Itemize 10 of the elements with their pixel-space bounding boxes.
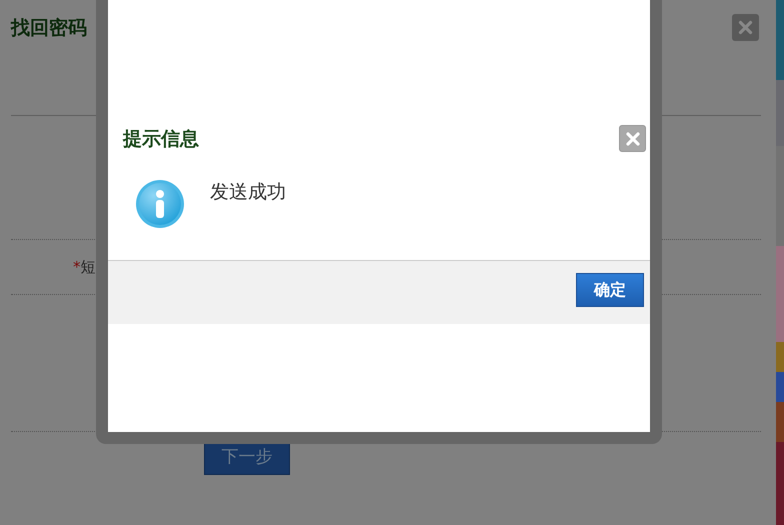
- ok-button[interactable]: 确定: [576, 273, 644, 307]
- close-icon: [624, 130, 640, 146]
- close-button[interactable]: [732, 14, 759, 41]
- page-title: 找回密码: [11, 16, 87, 40]
- info-icon: [135, 179, 185, 229]
- dialog-title: 提示信息: [123, 127, 199, 152]
- message-text: 发送成功: [210, 180, 286, 204]
- field-label: *短: [73, 258, 96, 276]
- next-button[interactable]: 下一步: [204, 441, 290, 475]
- close-button[interactable]: [619, 125, 646, 152]
